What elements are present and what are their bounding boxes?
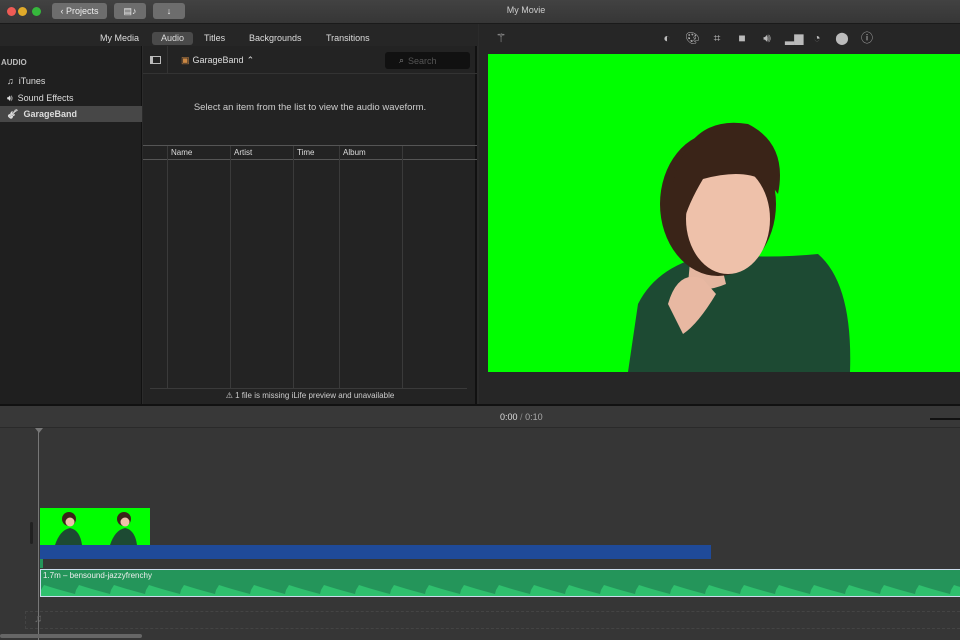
sidebar-item-itunes[interactable]: ♫ iTunes — [0, 73, 142, 89]
timeline-header: 0:00 / 0:10 — [0, 404, 960, 428]
tab-backgrounds[interactable]: Backgrounds — [249, 33, 302, 43]
video-preview — [488, 54, 960, 372]
playhead[interactable] — [38, 430, 39, 640]
sidebar-item-garageband[interactable]: 🎸︎ GarageBand — [0, 106, 142, 122]
timeline: 1.7m – bensound-jazzyfrenchy ♫ — [0, 428, 960, 640]
music-note-icon: ♫ — [7, 76, 14, 86]
woman-portrait-image — [628, 122, 851, 372]
tab-my-media[interactable]: My Media — [100, 33, 139, 43]
tab-bar — [0, 24, 478, 46]
sidebar: AUDIO ♫ iTunes 🔊︎ Sound Effects 🎸︎ GarageBa… — [0, 46, 142, 404]
tab-transitions[interactable]: Transitions — [326, 33, 370, 43]
tab-audio[interactable]: Audio — [152, 32, 194, 45]
column-header-artist[interactable]: Artist — [234, 148, 252, 157]
background-clip-bar[interactable] — [40, 545, 711, 559]
audio-clip[interactable]: 1.7m – bensound-jazzyfrenchy — [40, 569, 960, 597]
column-header-name[interactable]: Name — [171, 148, 192, 157]
equalizer-icon[interactable]: ▂▆ — [785, 31, 803, 45]
audio-browser: ▣ GarageBand ⌃ ⌕ Search Select an item from… — [143, 46, 477, 404]
volume-icon[interactable]: 🔊︎ — [760, 31, 774, 45]
info-icon[interactable]: ⓘ — [860, 31, 874, 45]
updown-chevron-icon: ⌃ — [246, 55, 255, 65]
sidebar-item-sound-effects[interactable]: 🔊︎ Sound Effects — [0, 90, 142, 106]
music-note-icon: ♫ — [34, 613, 43, 625]
audio-waveform — [41, 585, 960, 596]
sidebar-header: AUDIO — [1, 58, 27, 67]
track-handle[interactable] — [30, 522, 33, 544]
clip-thumbnail — [55, 512, 137, 545]
sidebar-toggle-button[interactable] — [143, 46, 168, 74]
crop-icon[interactable]: ⌗ — [710, 31, 724, 45]
playhead-handle[interactable] — [35, 428, 43, 433]
column-header-time[interactable]: Time — [297, 148, 314, 157]
zoom-slider[interactable] — [930, 418, 960, 420]
music-well: ♫ — [25, 611, 960, 629]
missing-file-notice: ⚠ 1 file is missing iLife preview and un… — [225, 391, 395, 400]
stabilization-icon[interactable]: ■ — [735, 31, 749, 45]
garageband-icon: ▣ — [181, 55, 190, 65]
horizontal-scrollbar[interactable] — [0, 634, 142, 638]
timecode: 0:00 / 0:10 — [500, 412, 543, 422]
waveform-message: Select an item from the list to view the… — [193, 102, 427, 113]
search-input[interactable]: ⌕ Search — [385, 52, 470, 69]
speaker-icon: 🔊︎ — [7, 92, 13, 103]
column-header-album[interactable]: Album — [343, 148, 366, 157]
audio-clip-label: 1.7m – bensound-jazzyfrenchy — [43, 571, 152, 580]
search-icon: ⌕ — [399, 55, 405, 65]
source-selector[interactable]: ▣ GarageBand ⌃ — [181, 55, 254, 66]
sidebar-icon — [149, 56, 161, 64]
title-bar: ‹ Projects ▤♪ ↓ My Movie — [0, 0, 960, 24]
speed-icon[interactable]: ◔ — [810, 31, 824, 45]
magic-wand-icon[interactable]: ⚚ — [494, 31, 508, 45]
color-correction-icon[interactable]: 🎨︎ — [685, 31, 700, 45]
window-title: My Movie — [506, 5, 546, 15]
tab-titles[interactable]: Titles — [204, 33, 225, 43]
warning-icon: ⚠ — [225, 391, 236, 400]
guitar-icon: 🎸︎ — [7, 108, 19, 119]
color-balance-icon[interactable]: ◐ — [660, 31, 674, 45]
clip-filter-icon[interactable]: ⬤ — [835, 31, 849, 45]
video-clip[interactable] — [40, 508, 150, 545]
